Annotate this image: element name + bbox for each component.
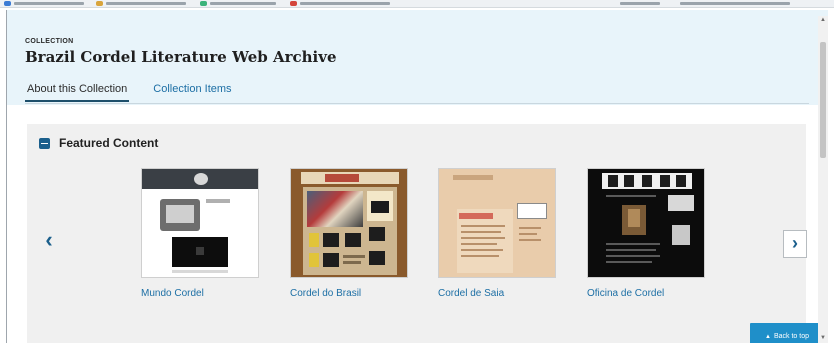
- browser-tab-text: [106, 2, 186, 5]
- featured-item-thumbnail[interactable]: [290, 168, 408, 278]
- featured-item-thumbnail[interactable]: [141, 168, 259, 278]
- featured-item-thumbnail[interactable]: [587, 168, 705, 278]
- collection-header: COLLECTION Brazil Cordel Literature Web …: [7, 10, 828, 105]
- featured-item-oficina-de-cordel[interactable]: Oficina de Cordel: [587, 168, 705, 299]
- featured-item-mundo-cordel[interactable]: Mundo Cordel: [141, 168, 259, 299]
- back-to-top-label: Back to top: [773, 333, 809, 340]
- featured-item-thumbnail[interactable]: [438, 168, 556, 278]
- minus-square-icon[interactable]: [39, 137, 50, 149]
- browser-tab-text: [210, 2, 276, 5]
- chevron-right-icon: ›: [792, 233, 798, 253]
- page-title: Brazil Cordel Literature Web Archive: [25, 48, 337, 66]
- browser-tab-text: [14, 2, 84, 5]
- tab-about-this-collection[interactable]: About this Collection: [25, 82, 130, 102]
- featured-item-label[interactable]: Mundo Cordel: [141, 288, 259, 299]
- scrollbar-thumb[interactable]: [820, 42, 826, 158]
- carousel-prev-button[interactable]: ‹: [41, 228, 57, 252]
- browser-toolbar-strip: [0, 0, 834, 8]
- back-to-top-button[interactable]: ▲ Back to top: [750, 323, 824, 343]
- carousel-next-button[interactable]: ›: [783, 230, 807, 258]
- arrow-up-icon: ▲: [765, 334, 771, 340]
- tab-collection-items[interactable]: Collection Items: [151, 82, 233, 102]
- browser-tab-favicon: [96, 1, 103, 6]
- scroll-down-icon[interactable]: ▼: [820, 334, 826, 342]
- browser-tab-favicon: [290, 1, 297, 6]
- browser-tab-text: [620, 2, 660, 5]
- collection-page: COLLECTION Brazil Cordel Literature Web …: [6, 10, 828, 343]
- browser-tab-favicon: [200, 1, 207, 6]
- browser-tab-favicon: [4, 1, 11, 6]
- featured-content-title: Featured Content: [59, 136, 159, 150]
- scroll-up-icon[interactable]: ▲: [820, 16, 826, 24]
- featured-item-label[interactable]: Oficina de Cordel: [587, 288, 705, 299]
- featured-item-label[interactable]: Cordel de Saia: [438, 288, 556, 299]
- featured-content-panel: Featured Content ‹ Mundo Cordel Cordel d…: [27, 124, 807, 343]
- page-scrollbar[interactable]: ▲ ▼: [818, 16, 828, 343]
- tabs-divider: [25, 103, 809, 104]
- featured-content-header: Featured Content: [39, 136, 158, 150]
- browser-tab-text: [300, 2, 390, 5]
- featured-item-cordel-do-brasil[interactable]: Cordel do Brasil: [290, 168, 408, 299]
- featured-item-cordel-de-saia[interactable]: Cordel de Saia: [438, 168, 556, 299]
- browser-tab-text: [680, 2, 790, 5]
- collection-tabs: About this Collection Collection Items: [25, 82, 256, 104]
- featured-item-label[interactable]: Cordel do Brasil: [290, 288, 408, 299]
- collection-eyebrow: COLLECTION: [25, 38, 74, 45]
- chevron-left-icon: ‹: [45, 227, 53, 252]
